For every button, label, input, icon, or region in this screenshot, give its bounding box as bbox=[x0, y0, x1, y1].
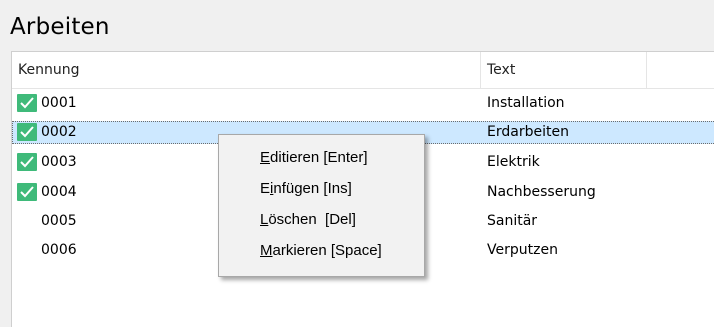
menu-item-insert[interactable]: Einfügen [Ins] bbox=[219, 174, 424, 204]
table-row[interactable]: 0001 Installation bbox=[12, 92, 714, 115]
column-header-kennung[interactable]: Kennung bbox=[12, 52, 481, 88]
row-kennung: 0004 bbox=[41, 184, 77, 200]
menu-item-edit[interactable]: Editieren [Enter] bbox=[219, 143, 424, 173]
row-text: Erdarbeiten bbox=[487, 124, 569, 140]
row-kennung: 0006 bbox=[41, 242, 77, 258]
column-header-text[interactable]: Text bbox=[481, 52, 647, 88]
row-kennung: 0003 bbox=[41, 154, 77, 170]
grid-header: Kennung Text bbox=[12, 52, 714, 89]
row-text: Installation bbox=[487, 95, 565, 111]
context-menu: Editieren [Enter] Einfügen [Ins] Löschen… bbox=[218, 134, 425, 277]
row-kennung: 0005 bbox=[41, 213, 77, 229]
row-text: Elektrik bbox=[487, 154, 540, 170]
checkmark-icon[interactable] bbox=[17, 123, 37, 141]
checkmark-icon[interactable] bbox=[17, 183, 37, 201]
row-text: Verputzen bbox=[487, 242, 558, 258]
row-text: Nachbesserung bbox=[487, 184, 596, 200]
checkmark-icon[interactable] bbox=[17, 153, 37, 171]
checkmark-icon[interactable] bbox=[17, 94, 37, 112]
menu-item-mark[interactable]: Markieren [Space] bbox=[219, 236, 424, 266]
menu-item-delete[interactable]: Löschen [Del] bbox=[219, 205, 424, 235]
column-header-extra[interactable] bbox=[647, 52, 714, 88]
row-kennung: 0001 bbox=[41, 95, 77, 111]
row-text: Sanitär bbox=[487, 213, 538, 229]
row-kennung: 0002 bbox=[41, 124, 77, 140]
page-title: Arbeiten bbox=[10, 14, 110, 40]
